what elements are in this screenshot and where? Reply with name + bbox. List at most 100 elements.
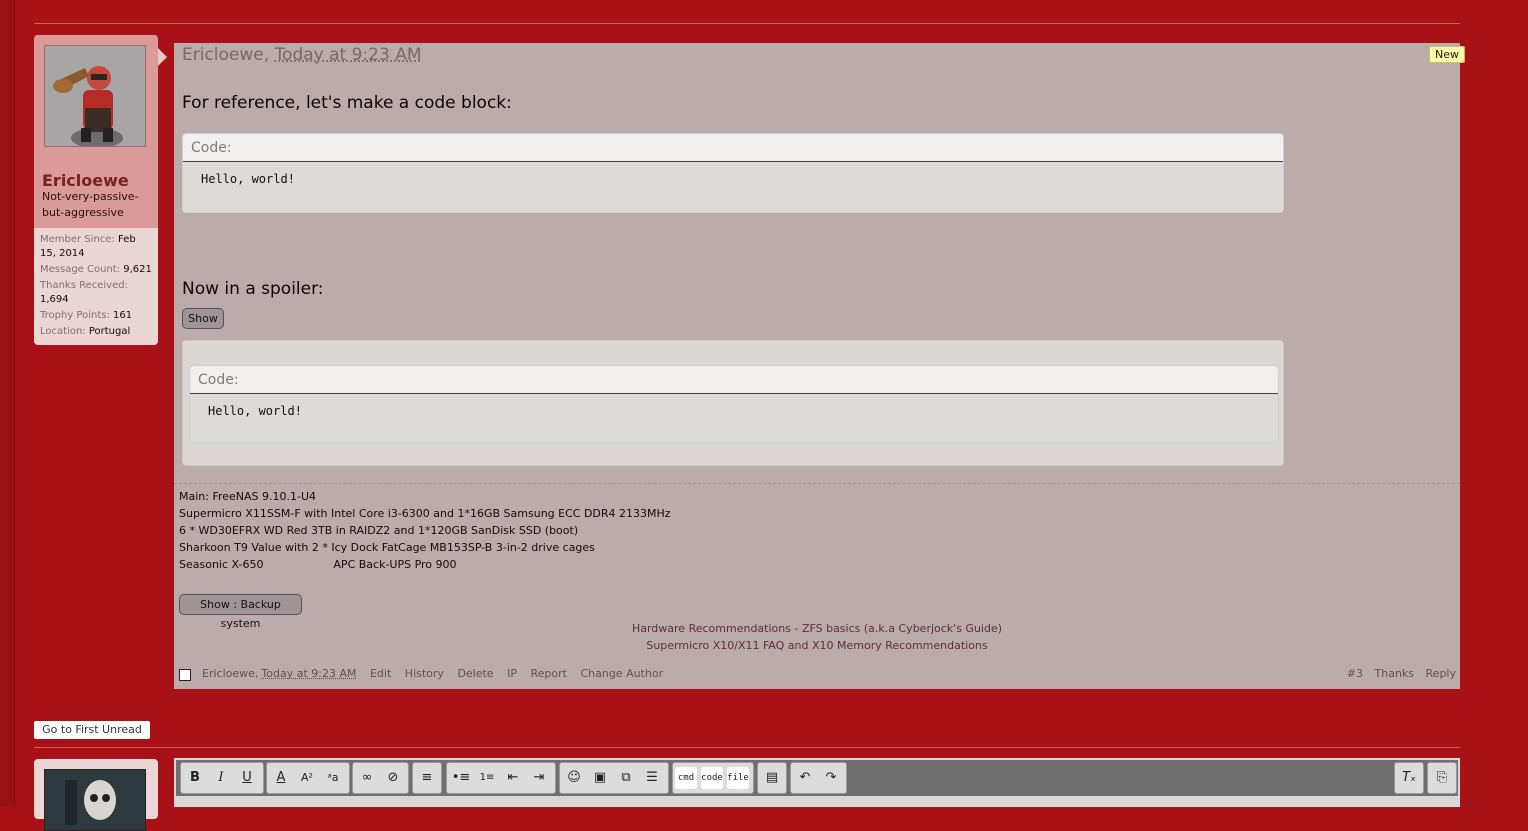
message-post: Ericloewe, Today at 9:23 AM For referenc… xyxy=(174,43,1460,689)
ip-link[interactable]: IP xyxy=(507,667,517,680)
toggle-bbcode-icon[interactable]: ⎘ xyxy=(1431,767,1453,789)
signature: Main: FreeNAS 9.10.1-U4 Supermicro X11SS… xyxy=(179,488,671,573)
zfs-basics-link[interactable]: ZFS basics (a.k.a Cyberjock's Guide) xyxy=(802,622,1002,635)
signature-links-row-2: Supermicro X10/X11 FAQ and X10 Memory Re… xyxy=(174,637,1460,654)
toolbar-group-save: ▤ xyxy=(757,762,787,794)
thanks-link[interactable]: Thanks xyxy=(1375,667,1415,680)
editor-toolbar: B I U A A² ᵃa ∞ ⊘ ≡ •≡ 1≡ ⇤ ⇥ ☺ ▣ ⧉ ☰ cm… xyxy=(176,760,1458,796)
divider xyxy=(34,23,1460,24)
message-header: Ericloewe, Today at 9:23 AM xyxy=(182,45,422,65)
toolbar-group-lists: •≡ 1≡ ⇤ ⇥ xyxy=(446,762,556,794)
signature-divider xyxy=(174,483,1460,484)
underline-icon[interactable]: U xyxy=(236,767,258,789)
toolbar-group-insert: ☺ ▣ ⧉ ☰ xyxy=(559,762,669,794)
file-button[interactable]: file xyxy=(727,767,749,789)
unlink-icon[interactable]: ⊘ xyxy=(382,767,404,789)
stat-member-since: Member Since: Feb 15, 2014 xyxy=(40,233,154,261)
x10-memory-link[interactable]: X10 Memory Recommendations xyxy=(812,639,988,652)
message-footer: Ericloewe, Today at 9:23 AM Edit History … xyxy=(174,667,1460,685)
edit-link[interactable]: Edit xyxy=(370,667,391,680)
toolbar-group-basic: B I U xyxy=(180,762,264,794)
post-author[interactable]: Ericloewe, xyxy=(182,45,269,65)
save-icon[interactable]: ▤ xyxy=(761,767,783,789)
outdent-icon[interactable]: ⇤ xyxy=(502,767,524,789)
code-button[interactable]: code xyxy=(701,767,723,789)
indent-icon[interactable]: ⇥ xyxy=(528,767,550,789)
supermicro-faq-link[interactable]: Supermicro X10/X11 FAQ xyxy=(646,639,784,652)
quick-reply-editor: B I U A A² ᵃa ∞ ⊘ ≡ •≡ 1≡ ⇤ ⇥ ☺ ▣ ⧉ ☰ cm… xyxy=(174,758,1460,807)
font-color-icon[interactable]: A xyxy=(270,767,292,789)
code-block-2: Code: Hello, world! xyxy=(189,365,1279,443)
hardware-recommendations-link[interactable]: Hardware Recommendations xyxy=(632,622,791,635)
spoiler-show-button[interactable]: Show xyxy=(182,308,224,329)
link-icon[interactable]: ∞ xyxy=(356,767,378,789)
footer-author[interactable]: Ericloewe, xyxy=(202,667,258,680)
stat-label: Member Since: xyxy=(40,234,115,245)
change-author-link[interactable]: Change Author xyxy=(580,667,663,680)
history-link[interactable]: History xyxy=(405,667,444,680)
user-extra-info: Member Since: Feb 15, 2014 Message Count… xyxy=(40,233,154,341)
bold-icon[interactable]: B xyxy=(184,767,206,789)
link-separator: and xyxy=(784,639,812,652)
footer-time[interactable]: Today at 9:23 AM xyxy=(261,667,356,680)
undo-icon[interactable]: ↶ xyxy=(794,767,816,789)
stat-label: Message Count: xyxy=(40,264,121,275)
font-size-icon[interactable]: A² xyxy=(296,767,318,789)
toolbar-group-history: ↶ ↷ xyxy=(790,762,847,794)
stat-message-count: Message Count: 9,621 xyxy=(40,263,154,277)
backup-system-spoiler-button[interactable]: Show : Backup system xyxy=(179,594,302,630)
stat-value[interactable]: Portugal xyxy=(89,326,130,337)
stat-label: Thanks Received: xyxy=(40,280,128,291)
report-link[interactable]: Report xyxy=(530,667,566,680)
panel-arrow xyxy=(158,48,167,66)
username[interactable]: Ericloewe xyxy=(42,171,129,190)
stat-label: Location: xyxy=(40,326,86,337)
post-number-link[interactable]: #3 xyxy=(1347,667,1363,680)
post-time[interactable]: Today at 9:23 AM xyxy=(275,45,422,65)
page-edge xyxy=(0,0,15,807)
post-text-2: Now in a spoiler: xyxy=(182,279,324,299)
stat-value[interactable]: 161 xyxy=(113,310,132,321)
toolbar-group-align: ≡ xyxy=(412,762,442,794)
align-icon[interactable]: ≡ xyxy=(416,767,438,789)
smilie-icon[interactable]: ☺ xyxy=(563,767,585,789)
code-label: Code: xyxy=(191,140,232,156)
user-info-panel: Ericloewe Not-very-passive-but-aggressiv… xyxy=(34,35,158,345)
signature-line: Main: FreeNAS 9.10.1-U4 xyxy=(179,490,317,503)
signature-links-row-1: Hardware Recommendations - ZFS basics (a… xyxy=(174,620,1460,637)
code-block-1: Code: Hello, world! xyxy=(182,133,1284,213)
signature-line: Sharkoon T9 Value with 2 * Icy Dock FatC… xyxy=(179,541,595,554)
code-header: Code: xyxy=(190,366,1278,394)
signature-line: Supermicro X11SSM-F with Intel Core i3-6… xyxy=(179,507,671,520)
italic-icon[interactable]: I xyxy=(210,767,232,789)
code-content: Hello, world! xyxy=(208,404,302,418)
go-to-first-unread-button[interactable]: Go to First Unread xyxy=(34,721,150,739)
delete-link[interactable]: Delete xyxy=(457,667,493,680)
stat-location: Location: Portugal xyxy=(40,325,154,339)
avatar[interactable] xyxy=(44,769,146,831)
more-icon[interactable]: ☰ xyxy=(641,767,663,789)
signature-line: Seasonic X-650 APC Back-UPS Pro 900 xyxy=(179,558,457,571)
stat-value[interactable]: 9,621 xyxy=(123,264,152,275)
stat-thanks-received: Thanks Received: 1,694 xyxy=(40,279,154,307)
toolbar-group-mode: ⎘ xyxy=(1427,762,1457,794)
redo-icon[interactable]: ↷ xyxy=(820,767,842,789)
select-post-checkbox[interactable] xyxy=(179,669,191,681)
divider xyxy=(34,747,1460,748)
cmd-button[interactable]: cmd xyxy=(675,767,697,789)
user-title: Not-very-passive-but-aggressive xyxy=(42,190,139,219)
toolbar-group-format: Tₓ xyxy=(1394,762,1424,794)
reply-link[interactable]: Reply xyxy=(1426,667,1456,680)
number-list-icon[interactable]: 1≡ xyxy=(476,767,498,789)
avatar[interactable] xyxy=(44,45,146,147)
stat-value: 1,694 xyxy=(40,294,69,305)
remove-format-icon[interactable]: Tₓ xyxy=(1398,767,1420,789)
bullet-list-icon[interactable]: •≡ xyxy=(450,767,472,789)
image-icon[interactable]: ▣ xyxy=(589,767,611,789)
font-family-icon[interactable]: ᵃa xyxy=(322,767,344,789)
toolbar-group-font: A A² ᵃa xyxy=(266,762,350,794)
link-separator: - xyxy=(790,622,802,635)
code-label: Code: xyxy=(198,372,239,388)
media-icon[interactable]: ⧉ xyxy=(615,767,637,789)
signature-line: 6 * WD30EFRX WD Red 3TB in RAIDZ2 and 1*… xyxy=(179,524,579,537)
